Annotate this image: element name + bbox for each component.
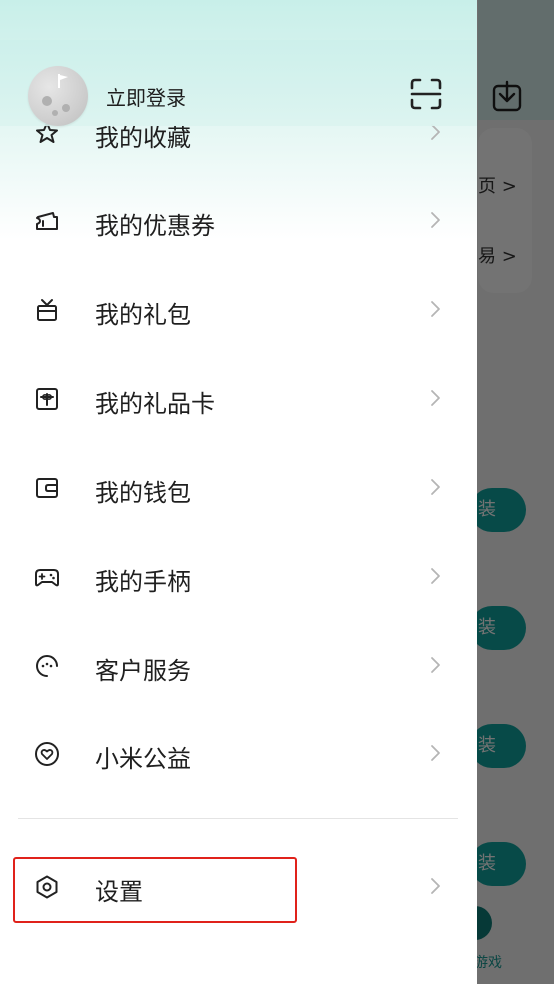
gift-icon [37,299,57,321]
menu-item-gamepad[interactable]: 我的手柄 [0,532,477,620]
menu-item-label: 我的礼品卡 [95,390,215,418]
menu-item-label: 小米公益 [95,745,191,773]
settings-highlight-box [13,857,297,923]
menu-item-label: 我的礼包 [95,301,191,329]
customer-service-icon [36,655,58,677]
chevron-right-icon [431,301,440,317]
menu-divider [18,818,458,819]
menu-item-coupons[interactable]: 我的优惠券 [0,176,477,264]
side-drawer: 我的收藏 立即登录 我的优惠券 我的礼包 我的礼品卡 我的钱包 我的手柄 客户服… [0,0,477,984]
login-link[interactable]: 立即登录 [106,82,186,111]
menu-item-charity[interactable]: 小米公益 [0,709,477,797]
heart-icon [35,742,59,766]
chevron-right-icon [431,878,440,894]
coupon-icon [36,212,58,230]
menu-item-customer-service[interactable]: 客户服务 [0,621,477,709]
gamepad-icon [35,569,59,587]
chevron-right-icon [431,657,440,673]
menu-item-label: 我的手柄 [95,568,191,596]
menu-item-gift-card[interactable]: 我的礼品卡 [0,354,477,442]
menu-item-gifts[interactable]: 我的礼包 [0,265,477,353]
scan-icon[interactable] [409,77,443,111]
flag-icon [58,74,68,88]
chevron-right-icon [431,390,440,406]
menu-item-label: 客户服务 [95,657,191,685]
wallet-icon [36,478,58,498]
avatar[interactable] [28,66,88,126]
chevron-right-icon [431,212,440,228]
menu-item-label: 我的钱包 [95,479,191,507]
menu-item-label: 我的优惠券 [95,212,215,240]
menu-item-wallet[interactable]: 我的钱包 [0,443,477,531]
chevron-right-icon [431,568,440,584]
chevron-right-icon [431,479,440,495]
gift-card-icon [36,388,58,410]
chevron-right-icon [431,745,440,761]
